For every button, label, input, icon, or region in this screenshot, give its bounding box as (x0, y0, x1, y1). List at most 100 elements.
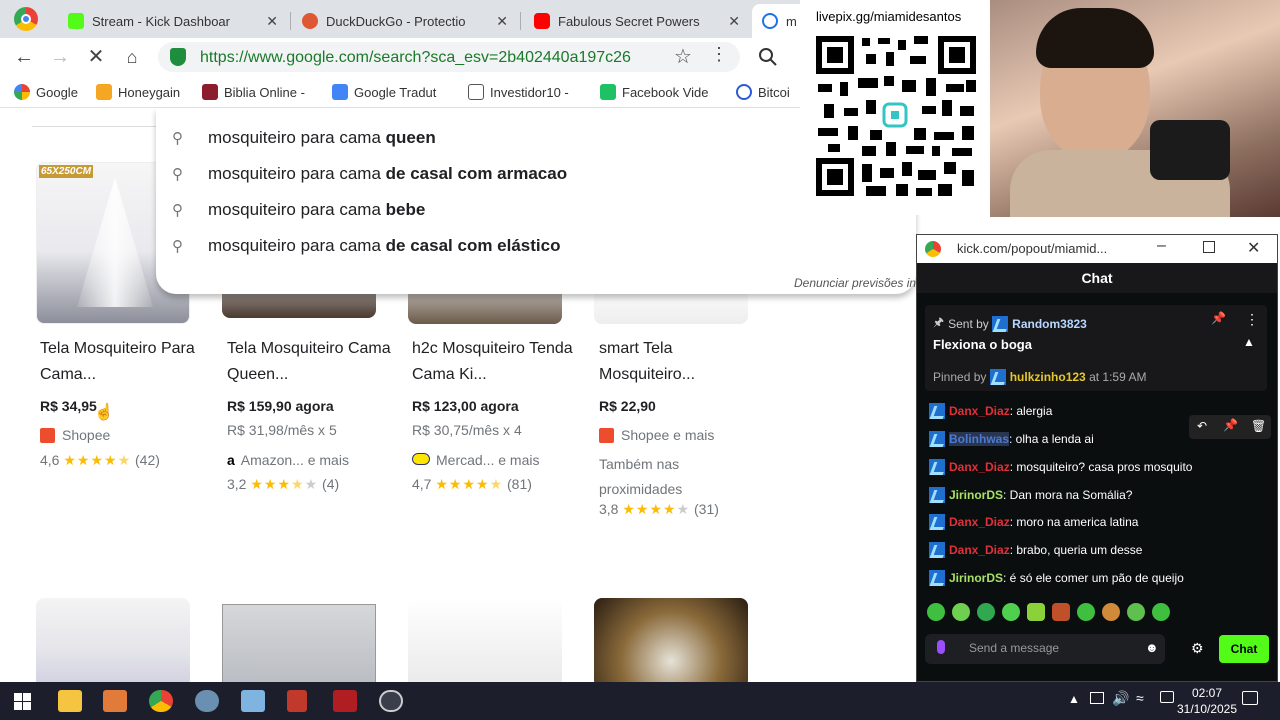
chat-username[interactable]: Danx_Diaz (949, 460, 1010, 474)
reply-icon[interactable]: ↶ (1197, 419, 1207, 433)
clock-date[interactable]: 31/10/2025 (1174, 702, 1240, 716)
product-title[interactable]: h2c Mosquiteiro Tenda Cama Ki... (412, 336, 582, 388)
emote-icon[interactable] (1027, 603, 1045, 621)
close-tab-icon[interactable]: ✕ (728, 13, 740, 30)
keyboard-icon[interactable] (1160, 691, 1174, 703)
qr-code (814, 34, 978, 198)
bookmark-honeygain[interactable]: Honeygain (96, 84, 180, 100)
send-chat-button[interactable]: Chat (1219, 635, 1269, 663)
user-badge-icon (929, 459, 945, 475)
microphone-icon[interactable] (937, 640, 945, 654)
close-tab-icon[interactable]: ✕ (496, 13, 508, 30)
calculator-icon[interactable] (287, 690, 307, 712)
address-bar[interactable]: https://www.google.com/search?sca_esv=2b… (158, 42, 740, 72)
product-installment: R$ 30,75/mês x 4 (412, 422, 522, 438)
suggestion-item[interactable]: ⚲ mosquiteiro para cama de casal com elás… (172, 236, 560, 256)
minimize-icon[interactable]: – (1157, 237, 1166, 255)
chat-username[interactable]: Danx_Diaz (949, 515, 1010, 529)
browser-taskbar-icon[interactable] (149, 690, 173, 712)
flash-icon[interactable] (333, 690, 357, 712)
bookmark-biblia[interactable]: Biblia Online - (202, 84, 305, 100)
emote-icon[interactable] (927, 603, 945, 621)
suggestion-item[interactable]: ⚲ mosquiteiro para cama de casal com arma… (172, 164, 567, 184)
close-tab-icon[interactable]: ✕ (266, 13, 278, 30)
app-icon[interactable] (195, 690, 219, 712)
chat-username[interactable]: JirinorDS (949, 488, 1003, 502)
product-title[interactable]: Tela Mosquiteiro Para Cama... (40, 336, 210, 388)
chat-input[interactable]: Send a message ☻ (925, 634, 1165, 664)
bookmark-star-icon[interactable]: ☆ (674, 44, 692, 69)
collapse-chevron-icon[interactable]: ▲ (1243, 335, 1255, 349)
chat-username[interactable]: JirinorDS (949, 571, 1003, 585)
suggestion-item[interactable]: ⚲ mosquiteiro para cama bebe (172, 200, 425, 220)
bookmark-label: Bitcoi (758, 84, 790, 100)
sender-username[interactable]: Random3823 (1012, 317, 1087, 331)
settings-gear-icon[interactable]: ⚙ (1191, 640, 1204, 657)
maximize-icon[interactable] (1203, 241, 1215, 253)
emote-icon[interactable] (1152, 603, 1170, 621)
kick-icon (68, 13, 84, 29)
pin-message-icon[interactable]: 📌 (1223, 418, 1238, 432)
back-arrow-icon[interactable]: ← (12, 45, 36, 69)
emote-icon[interactable] (977, 603, 995, 621)
menu-dots-icon[interactable]: ⋮ (710, 44, 728, 65)
tray-chevron-icon[interactable]: ▲ (1068, 692, 1080, 706)
product-image[interactable] (36, 598, 190, 688)
suggestion-item[interactable]: ⚲ mosquiteiro para cama queen (172, 128, 436, 148)
bookmark-bitcoin[interactable]: Bitcoi (736, 84, 790, 100)
suggestion-completion: bebe (385, 200, 426, 219)
clock-time[interactable]: 02:07 (1174, 686, 1240, 700)
search-icon: ⚲ (172, 130, 183, 147)
obs-icon[interactable] (379, 690, 403, 712)
url-text[interactable]: https://www.google.com/search?sca_esv=2b… (200, 49, 680, 67)
wifi-icon[interactable]: ≈ (1136, 690, 1144, 706)
home-icon[interactable]: ⌂ (120, 45, 144, 69)
product-image[interactable] (594, 598, 748, 688)
product-image[interactable] (222, 604, 376, 688)
product-image[interactable] (408, 598, 562, 688)
chat-username[interactable]: Bolinhwas (949, 432, 1010, 446)
stop-loading-icon[interactable]: ✕ (84, 45, 108, 69)
emote-icon[interactable] (952, 603, 970, 621)
delete-icon[interactable]: 🗑 (1251, 419, 1266, 433)
file-explorer-icon[interactable] (58, 690, 82, 712)
bookmark-investidor10[interactable]: Investidor10 - (468, 84, 569, 100)
media-player-icon[interactable] (103, 690, 127, 712)
pinned-by-label: Pinned by (933, 370, 987, 384)
app-icon[interactable] (241, 690, 265, 712)
windows-start-icon[interactable] (14, 693, 31, 710)
emote-icon[interactable] (1102, 603, 1120, 621)
chat-username[interactable]: Danx_Diaz (949, 404, 1010, 418)
product-rating: 3,2 ★★★★★ (4) (227, 476, 339, 493)
more-options-icon[interactable]: ⋮ (1245, 311, 1259, 328)
review-count: (81) (507, 476, 532, 492)
emote-bar (927, 603, 1187, 623)
suggestion-prefix: mosquiteiro para cama (208, 236, 381, 255)
bookmark-facebook[interactable]: Facebook Vide (600, 84, 709, 100)
rating-value: 4,6 (40, 452, 60, 468)
volume-icon[interactable]: 🔊 (1112, 690, 1129, 707)
product-title[interactable]: smart Tela Mosquiteiro... (599, 336, 769, 388)
tab-youtube[interactable]: Fabulous Secret Powers ✕ (524, 4, 750, 38)
tab-duckduckgo[interactable]: DuckDuckGo - Protectio ✕ (292, 4, 518, 38)
suggestion-completion: de casal com elástico (385, 236, 561, 255)
unpin-icon[interactable]: 📌 (1211, 311, 1226, 325)
close-window-icon[interactable]: ✕ (1247, 238, 1260, 258)
tab-kick-dashboard[interactable]: Stream - Kick Dashboar ✕ (58, 4, 288, 38)
search-icon[interactable] (758, 47, 778, 67)
bookmark-google[interactable]: Google (14, 84, 78, 100)
pinner-username[interactable]: hulkzinho123 (1010, 370, 1086, 384)
chat-username[interactable]: Danx_Diaz (949, 543, 1010, 557)
product-store: a Amazon... e mais (227, 452, 349, 468)
report-predictions-link[interactable]: Denunciar previsões in (794, 276, 916, 290)
notification-icon[interactable] (1242, 691, 1258, 705)
emote-icon[interactable] (1002, 603, 1020, 621)
emote-icon[interactable] (1052, 603, 1070, 621)
forward-arrow-icon[interactable]: → (48, 45, 72, 69)
network-icon[interactable] (1090, 692, 1104, 704)
product-title[interactable]: Tela Mosquiteiro Cama Queen... (227, 336, 397, 388)
emote-icon[interactable] (1127, 603, 1145, 621)
bookmark-google-tradutor[interactable]: Google Tradut (332, 84, 436, 100)
emoji-icon[interactable]: ☻ (1145, 640, 1159, 655)
emote-icon[interactable] (1077, 603, 1095, 621)
